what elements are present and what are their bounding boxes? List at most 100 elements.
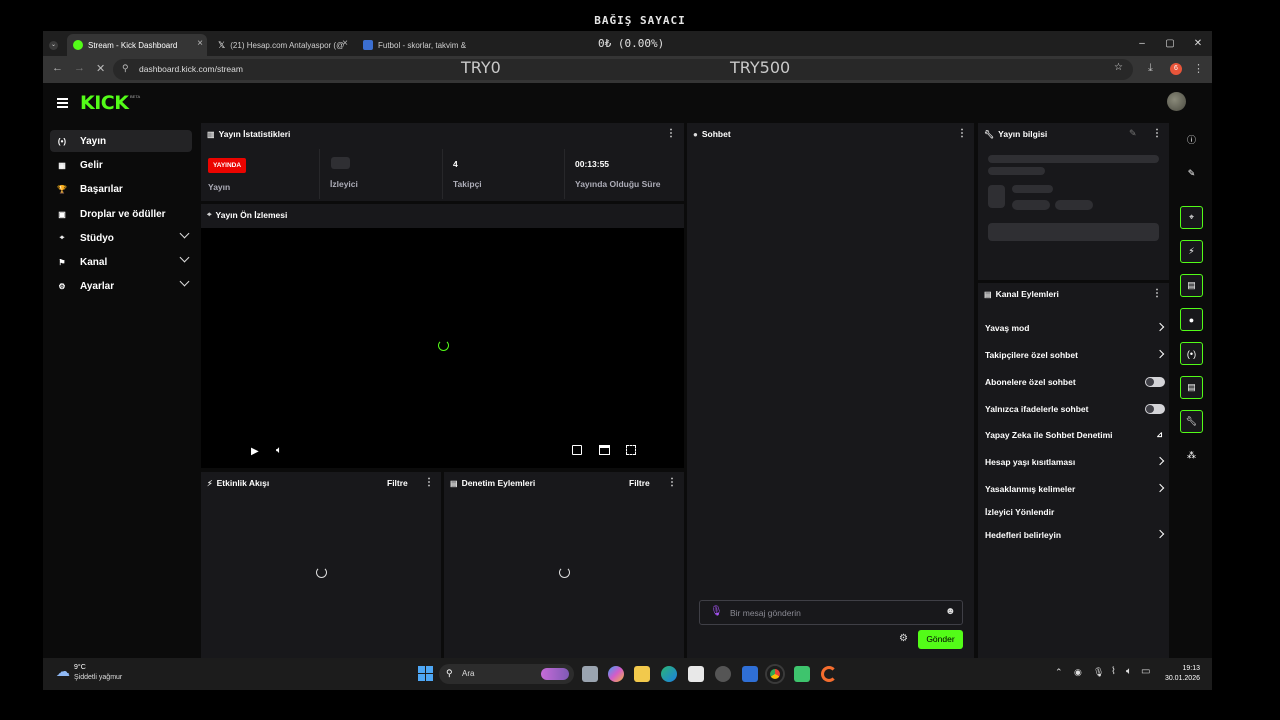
subscribers-only-toggle[interactable] [1145, 377, 1165, 387]
volume-icon[interactable]: 🔈︎ [276, 445, 282, 456]
kick-favicon-icon [73, 40, 83, 50]
tab-futbol[interactable]: Futbol - skorlar, takvim & [357, 34, 467, 56]
steam-icon[interactable] [715, 666, 731, 682]
chat-widget-button[interactable]: ● [1180, 308, 1203, 331]
chrome-icon[interactable] [767, 666, 783, 682]
broadcast-widget-button[interactable]: (•) [1180, 342, 1203, 365]
stop-loading-icon[interactable]: ✕ [96, 62, 105, 75]
clock-time[interactable]: 19:13 [1168, 665, 1200, 672]
search-highlight-image [541, 668, 569, 680]
app-icon[interactable] [742, 666, 758, 682]
channel-action-slow-mode[interactable]: Yavaş mod [985, 320, 1165, 336]
edit-icon[interactable]: ✎ [1129, 128, 1137, 139]
stat-label-uptime: Yayında Olduğu Süre [575, 179, 661, 189]
forward-icon[interactable]: → [74, 62, 85, 74]
edge-icon[interactable] [661, 666, 677, 682]
tray-icon[interactable]: ◉ [1074, 667, 1082, 678]
chevron-right-icon [1155, 529, 1165, 539]
more-options-icon[interactable]: ⋮ [1152, 128, 1162, 139]
picture-in-picture-icon[interactable] [572, 445, 582, 455]
sidebar-item-kanal[interactable]: ⚑ Kanal [50, 251, 192, 273]
tab-search-button[interactable]: ⌄ [47, 34, 61, 56]
wifi-icon[interactable]: ⌇ [1111, 666, 1116, 677]
lightning-icon: ⚡︎ [207, 478, 213, 488]
theater-mode-icon[interactable] [599, 445, 610, 455]
site-info-icon[interactable]: ⚲ [122, 63, 129, 74]
preview-widget-button[interactable]: ⌖ [1180, 206, 1203, 229]
filter-button[interactable]: Filtre [387, 478, 408, 488]
store-icon[interactable] [688, 666, 704, 682]
kick-logo[interactable]: KICK [80, 92, 129, 114]
tab-x-hesap[interactable]: 𝕏 (21) Hesap.com Antalyaspor (@ × [212, 34, 352, 56]
chat-bubble-icon: ● [693, 129, 698, 139]
moderation-widget-button[interactable]: ▤ [1180, 274, 1203, 297]
channel-action-account-age[interactable]: Hesap yaşı kısıtlaması [985, 454, 1165, 470]
close-tab-icon[interactable]: × [197, 38, 203, 49]
panel-title: Yayın İstatistikleri [218, 129, 291, 139]
channel-action-set-goals[interactable]: Hedefleri belirleyin [985, 527, 1165, 543]
copilot-icon[interactable] [608, 666, 624, 682]
minimize-button[interactable]: – [1128, 31, 1156, 56]
add-widget-icon[interactable]: ⁂ [1180, 444, 1203, 467]
taskbar-search[interactable]: ⚲ Ara [439, 664, 574, 684]
clock-date[interactable]: 30.01.2026 [1158, 675, 1200, 682]
more-options-icon[interactable]: ⋮ [424, 477, 434, 488]
filter-button[interactable]: Filtre [629, 478, 650, 488]
channel-actions-widget-button[interactable]: ▤ [1180, 376, 1203, 399]
microphone-icon[interactable]: 🎙︎ [1093, 667, 1104, 678]
download-icon[interactable]: ⤓ [1148, 62, 1153, 75]
bookmark-star-icon[interactable]: ☆ [1114, 62, 1123, 73]
extension-badge-icon[interactable]: 6 [1170, 63, 1182, 75]
stream-info-widget-button[interactable]: 🔧︎ [1180, 410, 1203, 433]
microphone-icon[interactable]: 🎙︎ [710, 606, 723, 617]
browser-menu-icon[interactable]: ⋮ [1193, 62, 1204, 75]
chat-input[interactable]: 🎙︎ Bir mesaj gönderin ☻ [699, 600, 963, 625]
sidebar-item-ayarlar[interactable]: ⚙ Ayarlar [50, 275, 192, 297]
channel-action-followers-only[interactable]: Takipçilere özel sohbet [985, 347, 1165, 363]
back-icon[interactable]: ← [52, 62, 63, 74]
document-icon: ▤ [450, 478, 458, 488]
info-icon[interactable]: ⓘ [1180, 128, 1203, 151]
task-view-icon[interactable] [582, 666, 598, 682]
stat-label-followers: Takipçi [453, 179, 482, 189]
emote-only-toggle[interactable] [1145, 404, 1165, 414]
send-button[interactable]: Gönder [918, 630, 963, 649]
volume-icon[interactable]: 🔈︎ [1126, 666, 1132, 677]
more-options-icon[interactable]: ⋮ [667, 477, 677, 488]
app-icon[interactable] [821, 666, 837, 682]
weather-icon[interactable]: ☁ [56, 663, 70, 680]
tab-kick-dashboard[interactable]: Stream - Kick Dashboard × [67, 34, 207, 56]
play-icon[interactable]: ▶ [251, 446, 259, 457]
address-bar[interactable]: ⚲ dashboard.kick.com/stream ☆ [113, 59, 1133, 80]
battery-icon[interactable]: ▭ [1141, 666, 1150, 677]
sidebar-item-label: Başarılar [80, 183, 123, 195]
sidebar-item-droplar[interactable]: ▣ Droplar ve ödüller [50, 203, 192, 225]
chevron-down-icon [179, 252, 190, 263]
sidebar-item-basarilar[interactable]: 🏆 Başarılar [50, 178, 192, 200]
more-options-icon[interactable]: ⋮ [666, 128, 676, 139]
maximize-button[interactable]: ▢ [1156, 31, 1184, 56]
windows-start-icon[interactable] [418, 666, 433, 681]
file-explorer-icon[interactable] [634, 666, 650, 682]
panel-header: ⚡︎ Etkinlik Akışı [207, 478, 269, 488]
sidebar-item-studyo[interactable]: ⌖ Stüdyo [50, 227, 192, 249]
avatar[interactable] [1167, 92, 1186, 111]
chevron-up-icon[interactable]: ⌃ [1055, 667, 1063, 678]
fullscreen-icon[interactable] [626, 445, 636, 455]
pencil-icon[interactable]: ✎ [1180, 162, 1203, 185]
channel-action-ai-moderation[interactable]: Yapay Zeka ile Sohbet Denetimi ⊿ [985, 427, 1165, 443]
video-player[interactable]: ▶ 🔈︎ [201, 228, 684, 468]
more-options-icon[interactable]: ⋮ [1152, 288, 1162, 299]
menu-icon[interactable] [57, 98, 68, 110]
channel-action-host[interactable]: İzleyici Yönlendir [985, 504, 1165, 520]
activity-widget-button[interactable]: ⚡︎ [1180, 240, 1203, 263]
sidebar-item-gelir[interactable]: ▦ Gelir [50, 154, 192, 176]
emoji-icon[interactable]: ☻ [945, 606, 956, 617]
channel-action-banned-words[interactable]: Yasaklanmış kelimeler [985, 481, 1165, 497]
app-icon[interactable] [794, 666, 810, 682]
chat-settings-icon[interactable]: ⚙ [899, 633, 908, 644]
sidebar-item-yayin[interactable]: (•) Yayın [50, 130, 192, 152]
close-window-button[interactable]: ✕ [1184, 31, 1212, 56]
close-tab-icon[interactable]: × [342, 38, 348, 49]
more-options-icon[interactable]: ⋮ [957, 128, 967, 139]
